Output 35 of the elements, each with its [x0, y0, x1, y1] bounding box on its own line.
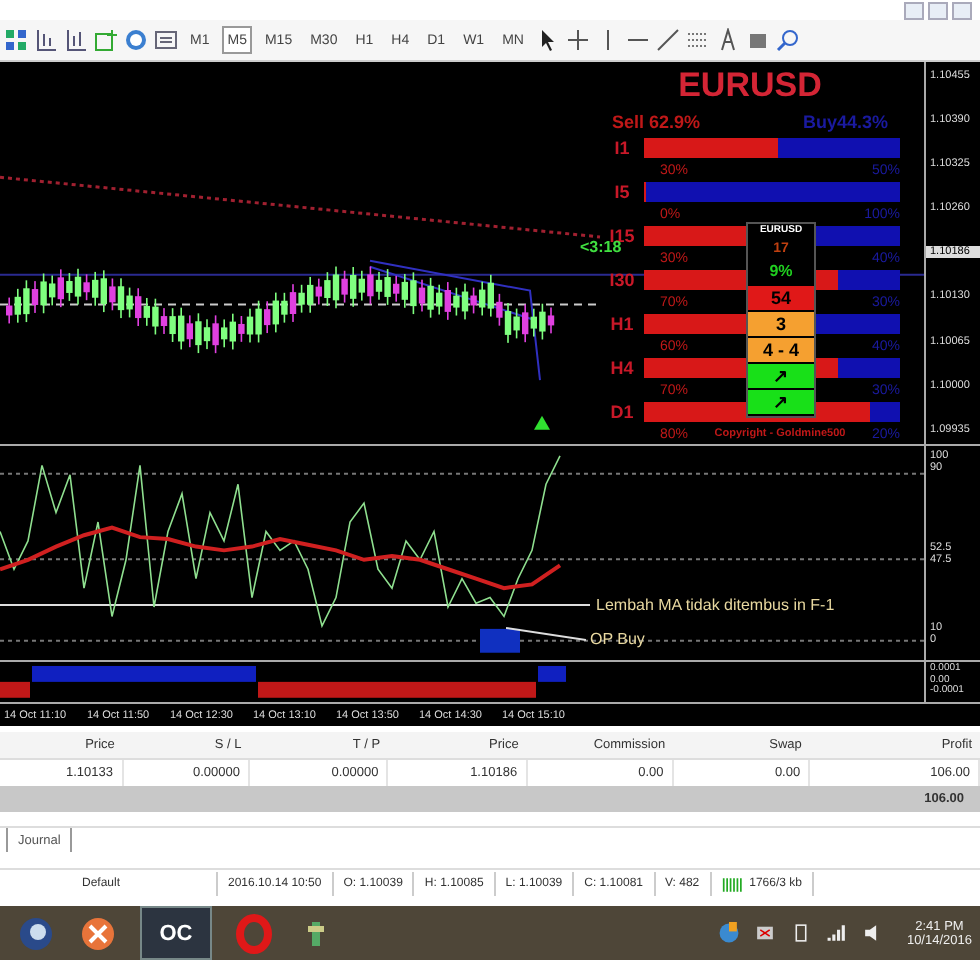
- timeframe-label: D1: [608, 402, 636, 422]
- timeframe-label: H1: [608, 314, 636, 334]
- buy-percent: Buy44.3%: [802, 112, 888, 132]
- tray-icon[interactable]: [718, 922, 741, 944]
- signal-cell: ↗: [748, 390, 814, 416]
- battery-icon[interactable]: [790, 922, 813, 944]
- signal-cell: 3: [748, 312, 814, 338]
- add-chart-icon[interactable]: [94, 28, 118, 52]
- timeframe-label: I1: [612, 138, 632, 158]
- trendline-icon[interactable]: [655, 28, 680, 52]
- template-icon[interactable]: [154, 28, 178, 52]
- chart-icon[interactable]: [64, 28, 88, 52]
- annotation-text: OP Buy: [590, 629, 645, 648]
- search-icon[interactable]: [775, 28, 800, 52]
- annotation-text: Lembah MA tidak ditembus in F-1: [596, 595, 835, 614]
- crosshair-icon[interactable]: [565, 28, 590, 52]
- signal-cell: 54: [748, 286, 814, 312]
- signal-icon[interactable]: [826, 922, 849, 944]
- taskbar-app-button[interactable]: OC: [140, 906, 212, 960]
- timeframe-label: I30: [607, 270, 637, 290]
- signal-cell: ↗: [748, 364, 814, 390]
- arrow-up-icon: [534, 415, 550, 430]
- signal-cell: 4 - 4: [748, 338, 814, 364]
- timeframe-label: I5: [612, 182, 632, 202]
- app-icon[interactable]: [78, 913, 118, 953]
- symbol-title: EURUSD: [676, 66, 824, 106]
- connection-icon: [721, 877, 746, 891]
- chart-icon[interactable]: [34, 28, 58, 52]
- text-icon[interactable]: [715, 28, 740, 52]
- sell-percent: Sell 62.9%: [612, 112, 701, 132]
- grid-icon[interactable]: [4, 28, 28, 52]
- app-icon[interactable]: [16, 913, 56, 953]
- signal-marker: [480, 628, 520, 653]
- timeframe-label: H4: [608, 358, 636, 378]
- leader-line: [506, 625, 586, 642]
